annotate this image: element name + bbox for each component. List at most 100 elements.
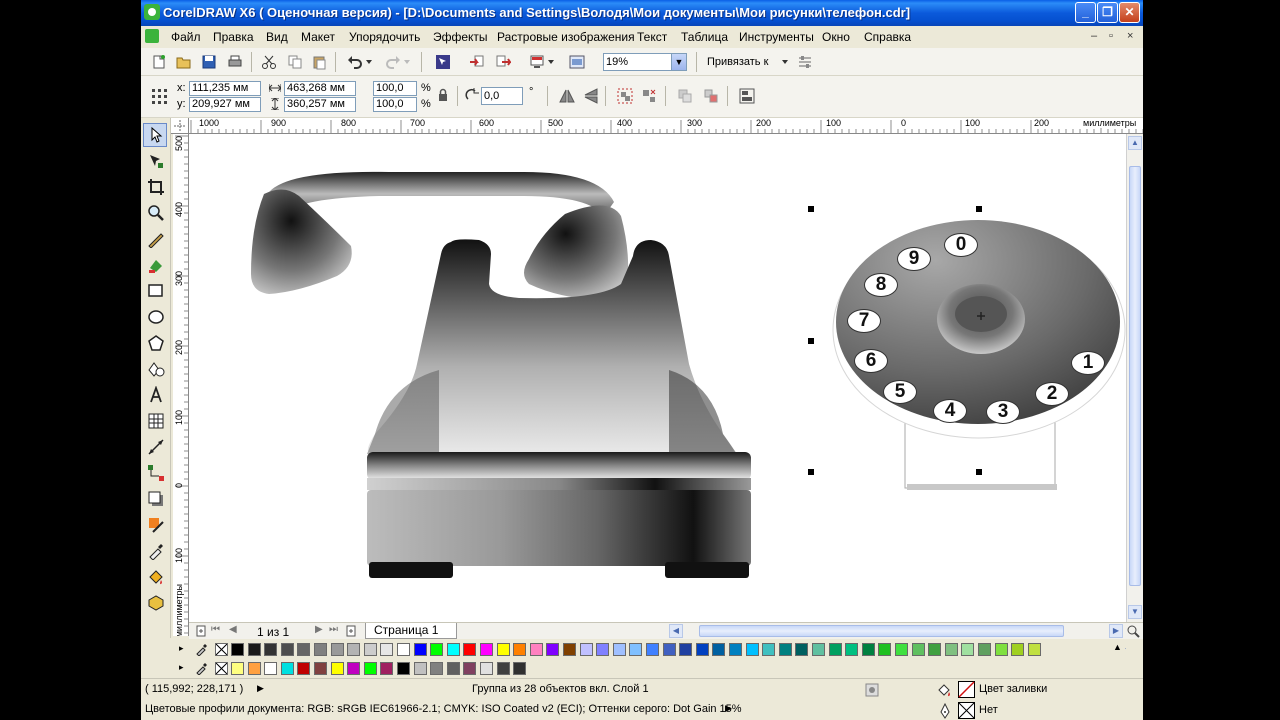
color-swatch[interactable]	[695, 643, 709, 656]
color-swatch[interactable]	[430, 643, 444, 656]
menu-help[interactable]: Справка	[864, 30, 911, 44]
menu-bitmaps[interactable]: Растровые изображения	[497, 30, 635, 44]
fill-tool-icon[interactable]	[147, 568, 165, 586]
fill-color-swatch[interactable]	[958, 681, 975, 698]
color-swatch[interactable]	[529, 643, 543, 656]
add-page-before-icon[interactable]	[195, 625, 207, 637]
menu-text[interactable]: Текст	[637, 30, 667, 44]
color-swatch[interactable]	[861, 643, 875, 656]
cut-icon[interactable]	[261, 54, 277, 70]
color-swatch[interactable]	[762, 643, 776, 656]
copy-icon[interactable]	[287, 54, 303, 70]
color-swatch[interactable]	[280, 643, 294, 656]
scroll-left-icon[interactable]: ◀	[669, 624, 683, 638]
snap-dropdown-icon[interactable]	[781, 58, 789, 66]
color-swatch[interactable]	[413, 643, 427, 656]
group-icon[interactable]	[617, 88, 633, 104]
color-swatch[interactable]	[280, 662, 294, 675]
color-swatch[interactable]	[679, 643, 693, 656]
color-swatch[interactable]	[380, 643, 394, 656]
outline-color-swatch[interactable]	[958, 702, 975, 719]
scale-y-field[interactable]: 100,0	[373, 97, 417, 112]
chevron-down-icon[interactable]: ▼	[671, 54, 686, 70]
color-swatch[interactable]	[446, 643, 460, 656]
new-document-icon[interactable]	[151, 54, 167, 70]
color-swatch[interactable]	[480, 643, 493, 656]
eyedropper-tool-icon[interactable]	[147, 542, 165, 560]
color-swatch[interactable]	[330, 643, 344, 656]
coreldraw-app-icon[interactable]	[144, 4, 160, 20]
dimension-tool-icon[interactable]	[147, 438, 165, 456]
application-launcher-icon[interactable]	[529, 54, 545, 70]
next-page-icon[interactable]: ▶	[315, 624, 323, 635]
zoom-navigator-icon[interactable]	[1126, 624, 1140, 638]
telephone-drawing[interactable]	[189, 134, 1126, 622]
horizontal-scroll-thumb[interactable]	[699, 625, 1064, 637]
color-swatch[interactable]	[496, 662, 510, 675]
color-swatch[interactable]	[380, 662, 394, 675]
vertical-ruler[interactable]: 500 400 300 200 100 0 100 миллиметры	[173, 134, 189, 636]
freehand-tool-icon[interactable]	[147, 230, 165, 248]
color-swatch[interactable]	[347, 643, 361, 656]
add-page-after-icon[interactable]	[345, 625, 357, 637]
vertical-scroll-thumb[interactable]	[1129, 166, 1141, 586]
selection-handle[interactable]	[976, 206, 982, 212]
color-swatch[interactable]	[314, 643, 327, 656]
x-position-field[interactable]: 111,235 мм	[189, 81, 261, 96]
basic-shapes-tool-icon[interactable]	[147, 360, 165, 378]
color-swatch[interactable]	[596, 643, 610, 656]
color-swatch[interactable]	[397, 643, 410, 656]
object-origin-icon[interactable]	[151, 88, 169, 106]
selection-handle[interactable]	[808, 469, 814, 475]
color-mode-icon[interactable]	[865, 683, 879, 697]
scale-x-field[interactable]: 100,0	[373, 81, 417, 96]
print-icon[interactable]	[227, 54, 243, 70]
color-swatch[interactable]	[579, 643, 593, 656]
color-swatch[interactable]	[795, 643, 809, 656]
zoom-level-select[interactable]: 19% ▼	[603, 53, 687, 71]
color-swatch[interactable]	[895, 643, 908, 656]
palette-flyout-icon[interactable]: ▸	[179, 643, 184, 654]
color-swatch[interactable]	[878, 643, 892, 656]
palette-flyout-icon[interactable]: ▸	[179, 662, 184, 673]
menu-arrange[interactable]: Упорядочить	[349, 30, 420, 44]
color-swatch[interactable]	[297, 643, 311, 656]
coordinates-menu-icon[interactable]: ▶	[257, 683, 264, 694]
y-position-field[interactable]: 209,927 мм	[189, 97, 261, 112]
menu-layout[interactable]: Макет	[301, 30, 335, 44]
color-swatch[interactable]	[496, 643, 510, 656]
undo-icon[interactable]	[347, 54, 363, 70]
color-swatch[interactable]	[480, 662, 493, 675]
lock-ratio-icon[interactable]	[437, 88, 449, 102]
color-swatch[interactable]	[994, 643, 1008, 656]
smart-fill-tool-icon[interactable]	[147, 256, 165, 274]
color-swatch[interactable]	[297, 662, 311, 675]
color-swatch[interactable]	[513, 662, 527, 675]
mirror-vertical-icon[interactable]	[583, 88, 599, 104]
menu-effects[interactable]: Эффекты	[433, 30, 488, 44]
doc-close-button[interactable]: ×	[1127, 30, 1133, 42]
profiles-menu-icon[interactable]: ▶	[725, 703, 732, 714]
menu-view[interactable]: Вид	[266, 30, 288, 44]
color-swatch[interactable]	[629, 643, 643, 656]
import-icon[interactable]	[469, 54, 485, 70]
tab-page-1[interactable]: Страница 1	[365, 623, 457, 639]
prev-page-icon[interactable]: ◀	[229, 624, 237, 635]
color-swatch[interactable]	[961, 643, 975, 656]
zoom-tool-icon[interactable]	[147, 204, 165, 222]
color-swatch[interactable]	[397, 662, 410, 675]
ruler-origin[interactable]	[171, 118, 189, 134]
table-tool-icon[interactable]	[147, 412, 165, 430]
color-swatch[interactable]	[828, 643, 842, 656]
width-field[interactable]: 463,268 мм	[284, 81, 356, 96]
welcome-screen-icon[interactable]	[569, 54, 585, 70]
document-icon[interactable]	[145, 29, 159, 43]
vertical-scrollbar[interactable]: ▲ ▼	[1126, 134, 1143, 622]
no-color-swatch[interactable]	[215, 643, 228, 656]
selection-handle[interactable]	[808, 206, 814, 212]
ellipse-tool-icon[interactable]	[147, 308, 165, 326]
scroll-down-icon[interactable]: ▼	[1128, 605, 1142, 619]
phone-base[interactable]	[367, 452, 751, 578]
color-swatch[interactable]	[314, 662, 327, 675]
polygon-tool-icon[interactable]	[147, 334, 165, 352]
